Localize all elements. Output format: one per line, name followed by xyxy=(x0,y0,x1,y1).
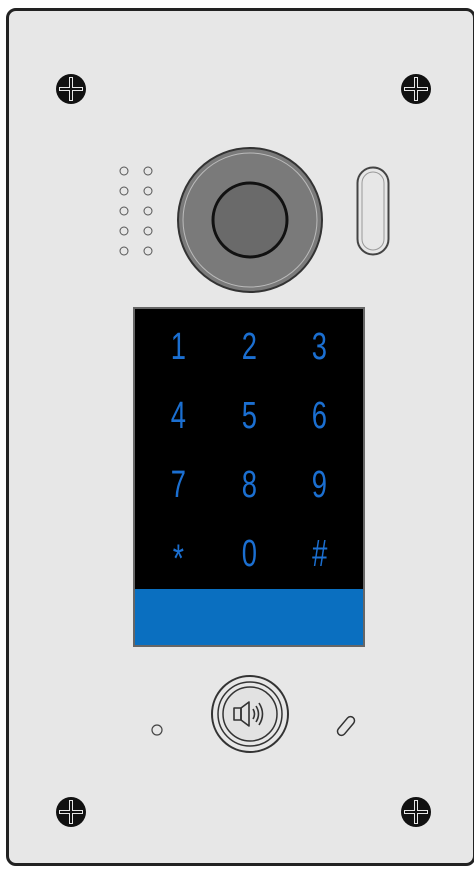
call-button[interactable] xyxy=(209,673,291,755)
speaker-grille-icon xyxy=(117,165,157,257)
key-9[interactable]: 9 xyxy=(294,451,345,520)
keypad-grid: 1 2 3 4 5 6 7 8 9 * 0 # xyxy=(143,313,355,589)
key-1[interactable]: 1 xyxy=(153,313,204,382)
microphone-hole-icon xyxy=(150,723,164,737)
key-8[interactable]: 8 xyxy=(224,451,275,520)
screw-icon xyxy=(399,795,433,829)
card-reader-slot xyxy=(356,166,390,256)
screw-icon xyxy=(399,72,433,106)
key-6[interactable]: 6 xyxy=(294,382,345,451)
key-7[interactable]: 7 xyxy=(153,451,204,520)
key-5[interactable]: 5 xyxy=(224,382,275,451)
screw-icon xyxy=(54,72,88,106)
key-2[interactable]: 2 xyxy=(224,313,275,382)
key-hash[interactable]: # xyxy=(294,520,345,589)
door-station-panel: 1 2 3 4 5 6 7 8 9 * 0 # xyxy=(6,8,474,866)
key-4[interactable]: 4 xyxy=(153,382,204,451)
keypad: 1 2 3 4 5 6 7 8 9 * 0 # xyxy=(133,307,365,647)
key-3[interactable]: 3 xyxy=(294,313,345,382)
key-star[interactable]: * xyxy=(153,520,204,589)
key-0[interactable]: 0 xyxy=(224,520,275,589)
display-bar xyxy=(135,589,363,645)
speaker-icon xyxy=(233,701,264,727)
unlock-indicator-icon xyxy=(331,711,361,741)
screw-icon xyxy=(54,795,88,829)
camera-lens-icon xyxy=(175,145,325,295)
